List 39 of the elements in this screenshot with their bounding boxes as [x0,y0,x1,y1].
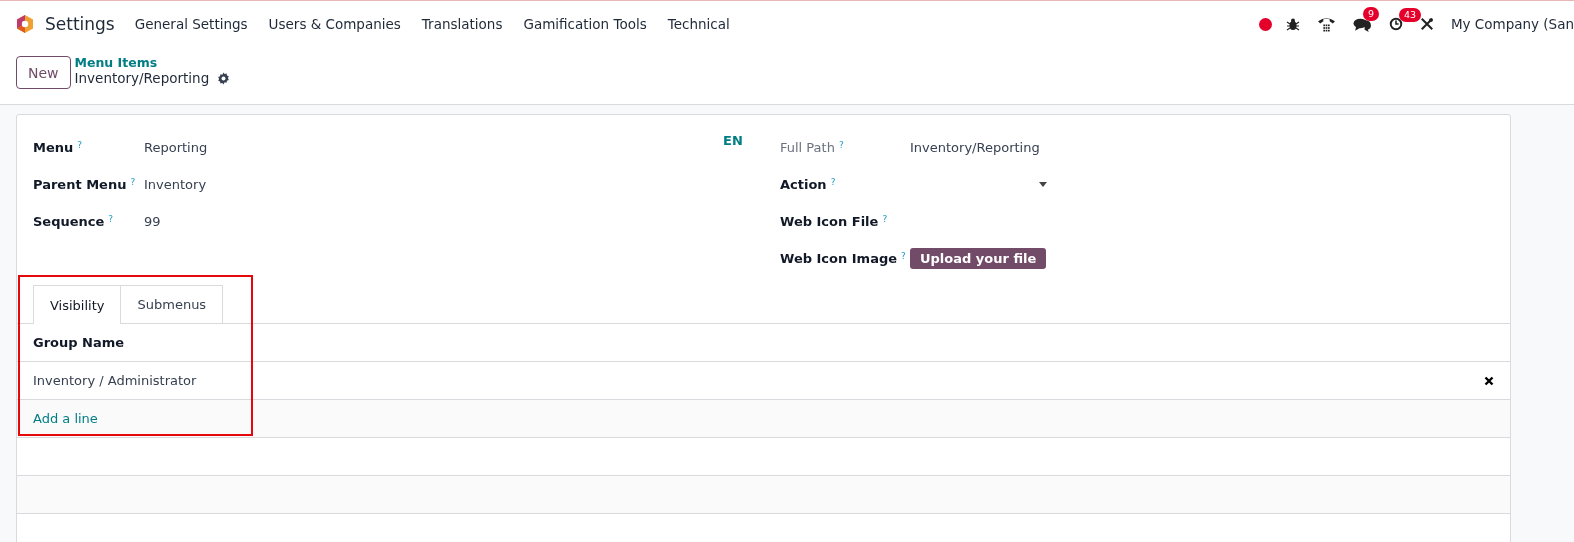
menu-item[interactable]: Users & Companies [268,16,401,32]
recording-dot-icon[interactable] [1258,17,1272,31]
field-value: Inventory/Reporting [910,140,1040,155]
bug-icon[interactable] [1285,17,1300,31]
tab[interactable]: Submenus [120,285,224,323]
field-label: Parent Menu [33,177,127,192]
field-value[interactable]: 99 [144,214,161,229]
table-cell[interactable]: Inventory / Administrator [33,373,197,388]
language-toggle[interactable]: EN [723,133,743,148]
record-title: Inventory/Reporting [74,70,210,86]
activity-count-badge: 43 [1398,8,1421,22]
breadcrumb-link[interactable]: Menu Items [74,56,231,70]
tab[interactable]: Visibility [33,285,122,324]
caret-icon [1039,182,1047,187]
field-label: Web Icon Image [780,251,898,266]
field-value[interactable]: Inventory [144,177,207,192]
new-button[interactable]: New [16,56,71,89]
field-label: Menu [33,140,74,155]
upload-button[interactable]: Upload your file [910,248,1047,269]
field-label: Action [780,177,827,192]
field-label: Web Icon File [780,214,879,229]
app-logo-icon[interactable] [15,14,35,34]
field-label: Sequence [33,214,105,229]
menu-item[interactable]: Gamification Tools [523,16,647,32]
field-label: Full Path [780,140,835,155]
field-value[interactable]: Reporting [144,140,208,155]
menu-item[interactable]: General Settings [134,16,248,32]
add-line-link[interactable]: Add a line [33,411,98,426]
menu-item[interactable]: Technical [667,16,730,32]
settings-icon[interactable] [217,71,231,85]
tools-icon[interactable] [1419,17,1434,31]
delete-icon[interactable] [1484,375,1494,386]
phone-icon[interactable] [1316,15,1336,33]
column-header[interactable]: Group Name [33,335,125,350]
message-count-badge: 9 [1362,6,1379,21]
clock-icon[interactable] [1388,17,1403,31]
menu-item[interactable]: Translations [421,16,503,32]
company-switcher[interactable]: My Company (San [1450,16,1574,32]
app-name[interactable]: Settings [45,14,115,34]
